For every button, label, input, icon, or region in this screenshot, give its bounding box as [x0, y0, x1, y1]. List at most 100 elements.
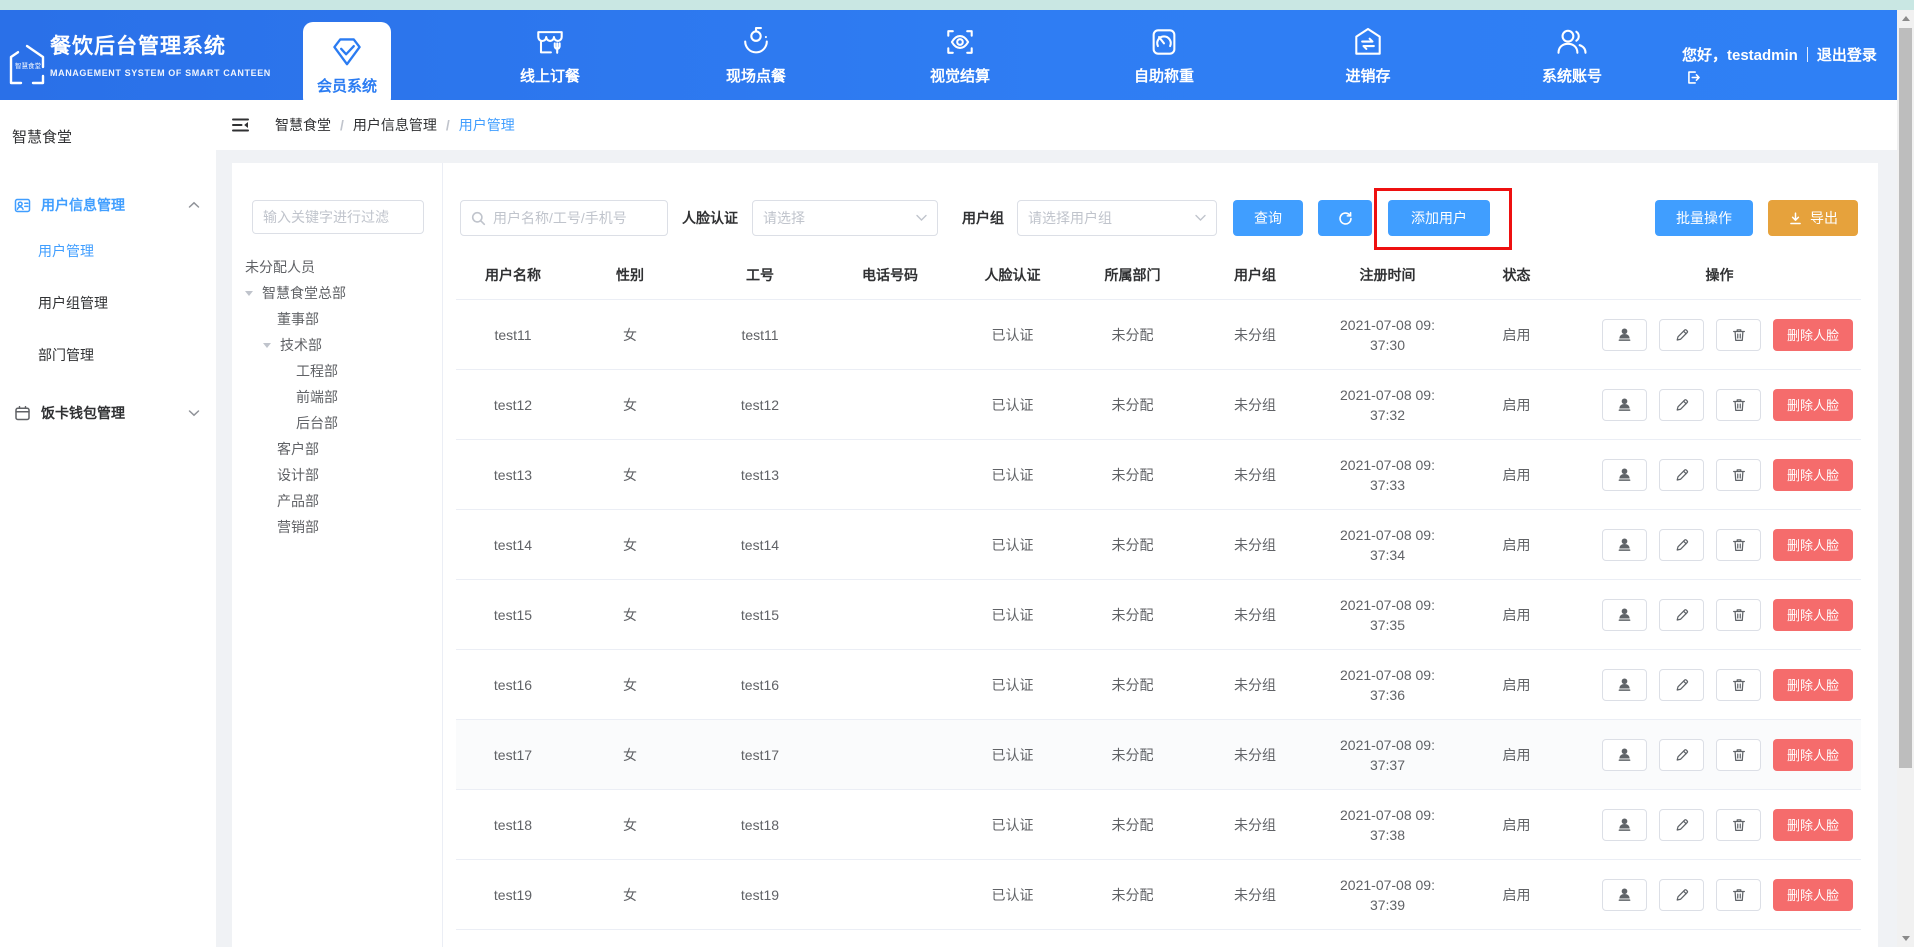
- user-detail-button[interactable]: [1602, 879, 1647, 911]
- table-row[interactable]: test11 女 test11 已认证 未分配 未分组 2021-07-08 0…: [456, 300, 1861, 370]
- table-row[interactable]: test17 女 test17 已认证 未分配 未分组 2021-07-08 0…: [456, 720, 1861, 790]
- user-search-input[interactable]: 用户名称/工号/手机号: [460, 200, 668, 236]
- nav-tab-onsite-order[interactable]: 现场点餐: [704, 10, 808, 100]
- column-header: 状态: [1455, 250, 1578, 299]
- tree-expand-arrow-icon[interactable]: [263, 343, 271, 348]
- query-button[interactable]: 查询: [1233, 200, 1303, 236]
- logout-link[interactable]: 退出登录: [1817, 47, 1877, 64]
- user-detail-button[interactable]: [1602, 389, 1647, 421]
- user-detail-button[interactable]: [1602, 319, 1647, 351]
- nav-tab-online-order[interactable]: 线上订餐: [498, 10, 602, 100]
- tree-node[interactable]: 智慧食堂总部: [232, 280, 442, 306]
- edit-user-button[interactable]: [1659, 529, 1704, 561]
- delete-user-button[interactable]: [1716, 389, 1761, 421]
- edit-user-button[interactable]: [1659, 879, 1704, 911]
- table-row[interactable]: test18 女 test18 已认证 未分配 未分组 2021-07-08 0…: [456, 790, 1861, 860]
- tree-node[interactable]: 技术部: [232, 332, 442, 358]
- sidebar-item-user-group-management[interactable]: 用户组管理: [0, 277, 216, 329]
- scrollbar-up-arrow-icon[interactable]: [1897, 10, 1914, 27]
- delete-user-button[interactable]: [1716, 739, 1761, 771]
- export-button[interactable]: 导出: [1768, 200, 1858, 236]
- user-group-select[interactable]: 请选择用户组: [1017, 200, 1217, 236]
- sidebar-group-meal-card-wallet[interactable]: 饭卡钱包管理: [0, 393, 216, 433]
- delete-user-button[interactable]: [1716, 529, 1761, 561]
- tree-node[interactable]: 前端部: [232, 384, 442, 410]
- user-detail-button[interactable]: [1602, 809, 1647, 841]
- nav-tab-vision-checkout[interactable]: 视觉结算: [908, 10, 1012, 100]
- tree-node[interactable]: 董事部: [232, 306, 442, 332]
- cell-user-group: 未分组: [1190, 720, 1320, 789]
- edit-user-button[interactable]: [1659, 389, 1704, 421]
- tree-node[interactable]: 未分配人员: [232, 254, 442, 280]
- user-detail-button[interactable]: [1602, 459, 1647, 491]
- user-detail-button[interactable]: [1602, 739, 1647, 771]
- delete-user-button[interactable]: [1716, 459, 1761, 491]
- refresh-button[interactable]: [1318, 200, 1372, 236]
- edit-user-button[interactable]: [1659, 669, 1704, 701]
- cell-user-group: 未分组: [1190, 580, 1320, 649]
- table-row[interactable]: test13 女 test13 已认证 未分配 未分组 2021-07-08 0…: [456, 440, 1861, 510]
- delete-user-button[interactable]: [1716, 319, 1761, 351]
- delete-face-button[interactable]: 删除人脸: [1773, 459, 1853, 491]
- delete-face-button[interactable]: 删除人脸: [1773, 529, 1853, 561]
- cell-department: 未分配: [1075, 510, 1190, 579]
- delete-face-button[interactable]: 删除人脸: [1773, 389, 1853, 421]
- tree-expand-arrow-icon[interactable]: [245, 291, 253, 296]
- delete-face-button[interactable]: 删除人脸: [1773, 319, 1853, 351]
- table-row[interactable]: test16 女 test16 已认证 未分配 未分组 2021-07-08 0…: [456, 650, 1861, 720]
- delete-face-button[interactable]: 删除人脸: [1773, 739, 1853, 771]
- tree-filter-input[interactable]: [252, 200, 424, 234]
- delete-user-button[interactable]: [1716, 809, 1761, 841]
- user-detail-button[interactable]: [1602, 599, 1647, 631]
- delete-user-button[interactable]: [1716, 879, 1761, 911]
- trash-icon: [1731, 887, 1747, 903]
- delete-user-button[interactable]: [1716, 669, 1761, 701]
- table-row[interactable]: test19 女 test19 已认证 未分配 未分组 2021-07-08 0…: [456, 860, 1861, 930]
- edit-user-button[interactable]: [1659, 809, 1704, 841]
- trash-icon: [1731, 327, 1747, 343]
- logout-icon[interactable]: [1686, 70, 1701, 85]
- scrollbar-thumb[interactable]: [1899, 28, 1912, 768]
- delete-user-button[interactable]: [1716, 599, 1761, 631]
- edit-user-button[interactable]: [1659, 599, 1704, 631]
- tree-node[interactable]: 工程部: [232, 358, 442, 384]
- table-row[interactable]: test15 女 test15 已认证 未分配 未分组 2021-07-08 0…: [456, 580, 1861, 650]
- user-detail-button[interactable]: [1602, 529, 1647, 561]
- cell-job-number: test11: [690, 300, 830, 369]
- cell-gender: 女: [570, 790, 690, 859]
- register-seconds: 37:37: [1370, 755, 1405, 775]
- breadcrumb-item[interactable]: 智慧食堂: [275, 115, 331, 135]
- batch-operation-button[interactable]: 批量操作: [1655, 200, 1753, 236]
- nav-tab-member-system[interactable]: 会员系统: [303, 22, 391, 108]
- delete-face-button[interactable]: 删除人脸: [1773, 669, 1853, 701]
- tree-node[interactable]: 客户部: [232, 436, 442, 462]
- sidebar-fold-icon[interactable]: [230, 115, 251, 135]
- sidebar-group-user-info[interactable]: 用户信息管理: [0, 185, 216, 225]
- table-row[interactable]: test12 女 test12 已认证 未分配 未分组 2021-07-08 0…: [456, 370, 1861, 440]
- edit-user-button[interactable]: [1659, 459, 1704, 491]
- user-detail-button[interactable]: [1602, 669, 1647, 701]
- scrollbar-down-arrow-icon[interactable]: [1897, 930, 1914, 947]
- sidebar-item-user-management[interactable]: 用户管理: [0, 225, 216, 277]
- cell-register-time: 2021-07-08 09: 37:38: [1320, 790, 1455, 859]
- tree-node[interactable]: 设计部: [232, 462, 442, 488]
- nav-tab-inventory[interactable]: 进销存: [1316, 10, 1420, 100]
- table-row[interactable]: test14 女 test14 已认证 未分配 未分组 2021-07-08 0…: [456, 510, 1861, 580]
- delete-face-button[interactable]: 删除人脸: [1773, 879, 1853, 911]
- nav-tab-system-account[interactable]: 系统账号: [1520, 10, 1624, 100]
- delete-face-button[interactable]: 删除人脸: [1773, 809, 1853, 841]
- tree-node[interactable]: 产品部: [232, 488, 442, 514]
- tree-node[interactable]: 营销部: [232, 514, 442, 540]
- cell-user-group: 未分组: [1190, 510, 1320, 579]
- add-user-button[interactable]: 添加用户: [1388, 200, 1490, 236]
- tree-node[interactable]: 后台部: [232, 410, 442, 436]
- edit-pen-icon: [1674, 747, 1690, 763]
- edit-user-button[interactable]: [1659, 739, 1704, 771]
- page-scrollbar[interactable]: [1897, 10, 1914, 947]
- breadcrumb-item[interactable]: 用户信息管理: [353, 115, 437, 135]
- edit-user-button[interactable]: [1659, 319, 1704, 351]
- nav-tab-self-weigh[interactable]: 自助称重: [1112, 10, 1216, 100]
- sidebar-item-department-management[interactable]: 部门管理: [0, 329, 216, 381]
- face-auth-select[interactable]: 请选择: [752, 200, 938, 236]
- delete-face-button[interactable]: 删除人脸: [1773, 599, 1853, 631]
